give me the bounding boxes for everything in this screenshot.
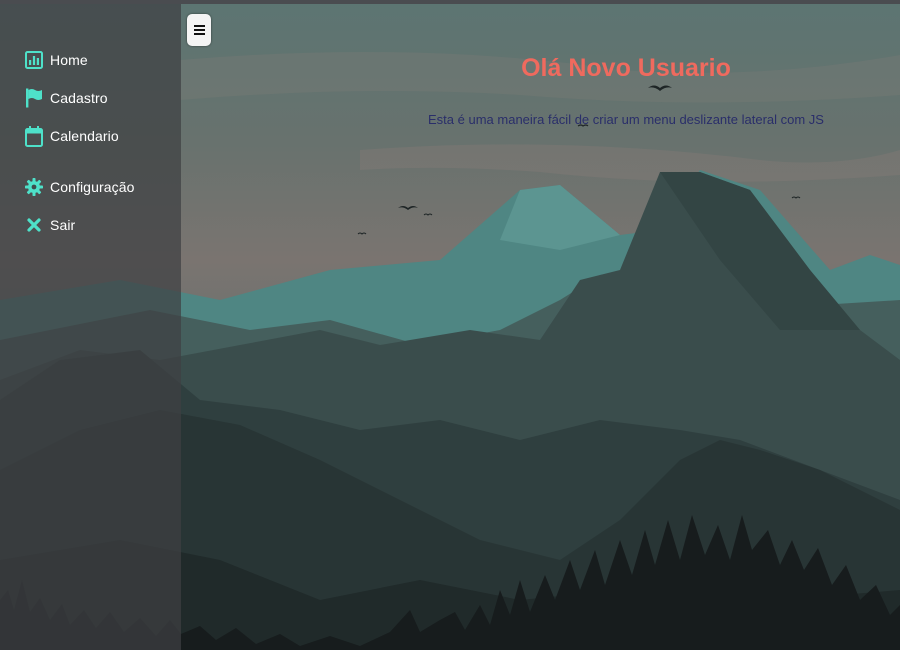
sidebar-item-label: Calendario [50,128,119,144]
calendar-icon [24,125,43,147]
page-title: Olá Novo Usuario [521,54,731,82]
sidebar-item-label: Configuração [50,179,135,195]
sidebar-item-label: Home [50,52,88,68]
close-icon [24,214,43,236]
window-top-border [0,0,900,4]
flag-icon [24,87,43,109]
hamburger-icon [193,25,205,35]
sidebar-item-cadastro[interactable]: Cadastro [24,84,108,112]
sidebar-item-home[interactable]: Home [24,46,88,74]
gear-icon [24,176,43,198]
sidebar-item-label: Cadastro [50,90,108,106]
sidebar-item-calendario[interactable]: Calendario [24,122,119,150]
sidebar-item-configuracao[interactable]: Configuração [24,173,134,201]
sidebar-item-label: Sair [50,217,76,233]
sidebar: Home Cadastro Calendario Configuração Sa… [0,4,181,650]
bar-chart-icon [24,49,43,71]
app-window: Home Cadastro Calendario Configuração Sa… [0,0,900,650]
sidebar-item-sair[interactable]: Sair [24,211,75,239]
page-subtitle: Esta é uma maneira fácil de criar um men… [428,112,824,127]
menu-toggle-button[interactable] [187,14,211,46]
